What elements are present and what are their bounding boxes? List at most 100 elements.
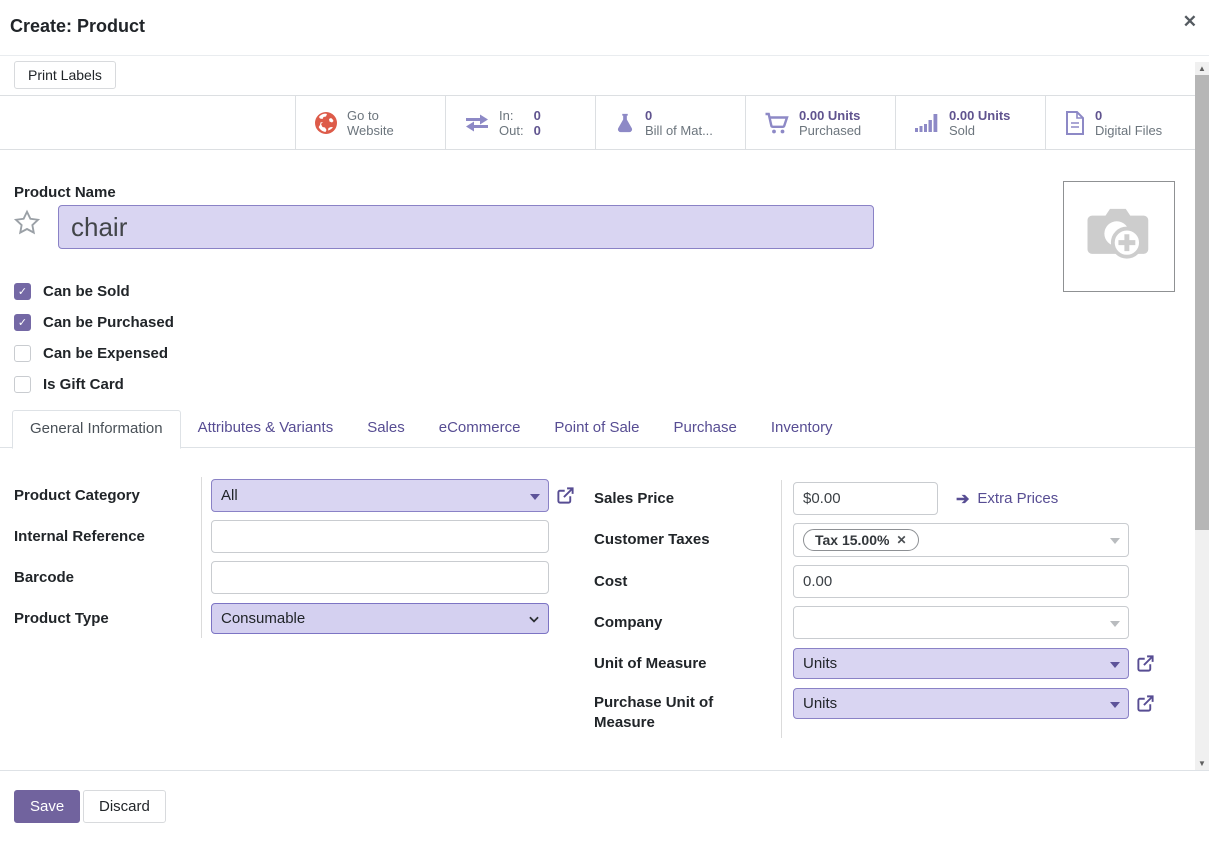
- product-category-dropdown[interactable]: All: [211, 479, 549, 512]
- save-button[interactable]: Save: [14, 790, 80, 823]
- go-to-website-button[interactable]: Go toWebsite: [295, 96, 445, 149]
- uom-dropdown[interactable]: Units: [793, 648, 1129, 679]
- checkbox-unchecked[interactable]: [14, 376, 31, 393]
- sales-price-row: Sales Price ➔ Extra Prices: [594, 482, 1194, 515]
- stat-button-row: Go toWebsite In:0 Out:0 0Bill of Mat...: [0, 95, 1195, 150]
- scroll-down-icon[interactable]: ▼: [1195, 757, 1209, 770]
- close-icon[interactable]: ✕: [1183, 12, 1197, 32]
- bill-of-materials-button[interactable]: 0Bill of Mat...: [595, 96, 745, 149]
- in-out-button[interactable]: In:0 Out:0: [445, 96, 595, 149]
- stat-label: 0Bill of Mat...: [645, 108, 713, 138]
- file-icon: [1064, 110, 1086, 136]
- camera-plus-icon: [1083, 204, 1155, 270]
- discard-button[interactable]: Discard: [83, 790, 166, 823]
- can-be-purchased-row[interactable]: ✓ Can be Purchased: [14, 307, 174, 338]
- cart-icon: [764, 111, 790, 135]
- field-label: Barcode: [14, 568, 201, 588]
- general-info-right-group: Sales Price ➔ Extra Prices Customer Taxe…: [594, 482, 1194, 741]
- checkbox-checked[interactable]: ✓: [14, 314, 31, 331]
- company-dropdown[interactable]: [793, 606, 1129, 639]
- product-type-select[interactable]: Consumable: [211, 603, 549, 634]
- digital-files-button[interactable]: 0Digital Files: [1045, 96, 1195, 149]
- tax-tag: Tax 15.00% ✕: [803, 529, 919, 551]
- label-divider: [201, 477, 202, 638]
- checkbox-checked[interactable]: ✓: [14, 283, 31, 300]
- field-label: Customer Taxes: [594, 530, 781, 550]
- stat-label: Go toWebsite: [347, 108, 394, 138]
- purchase-uom-dropdown[interactable]: Units: [793, 688, 1129, 719]
- favorite-star-icon[interactable]: [12, 208, 42, 243]
- notebook-tabs: General Information Attributes & Variant…: [0, 410, 1195, 448]
- flask-icon: [614, 111, 636, 135]
- arrow-right-icon: ➔: [956, 489, 969, 509]
- cost-input[interactable]: [793, 565, 1129, 598]
- sales-price-input[interactable]: [793, 482, 938, 515]
- product-type-row: Product Type Consumable: [14, 602, 589, 635]
- tab-sales[interactable]: Sales: [350, 410, 422, 448]
- external-link-icon[interactable]: [1136, 694, 1155, 713]
- units-purchased-button[interactable]: 0.00 UnitsPurchased: [745, 96, 895, 149]
- field-label: Product Type: [14, 609, 201, 629]
- field-label: Cost: [594, 572, 781, 592]
- stat-label: 0.00 UnitsSold: [949, 108, 1010, 138]
- extra-prices-link[interactable]: ➔ Extra Prices: [956, 489, 1058, 509]
- modal-title: Create: Product: [10, 16, 145, 37]
- chevron-down-icon: [527, 612, 541, 626]
- product-name-label: Product Name: [14, 184, 116, 201]
- field-label: Company: [594, 613, 781, 633]
- can-be-expensed-row[interactable]: Can be Expensed: [14, 338, 174, 369]
- general-info-left-group: Product Category All Internal Reference …: [14, 479, 589, 643]
- caret-down-icon: [1110, 702, 1120, 708]
- customer-taxes-row: Customer Taxes Tax 15.00% ✕: [594, 523, 1194, 557]
- purchase-uom-row: Purchase Unit of Measure Units: [594, 688, 1194, 733]
- product-name-input[interactable]: [58, 205, 874, 249]
- bar-chart-icon: [914, 111, 940, 135]
- field-label: Internal Reference: [14, 527, 201, 547]
- caret-down-icon: [1110, 538, 1120, 544]
- scrollbar-thumb[interactable]: [1195, 75, 1209, 530]
- tab-general-information[interactable]: General Information: [12, 410, 181, 449]
- is-gift-card-row[interactable]: Is Gift Card: [14, 369, 174, 400]
- barcode-row: Barcode: [14, 561, 589, 594]
- tab-attributes-variants[interactable]: Attributes & Variants: [181, 410, 351, 448]
- tab-ecommerce[interactable]: eCommerce: [422, 410, 538, 448]
- can-be-sold-row[interactable]: ✓ Can be Sold: [14, 276, 174, 307]
- units-sold-button[interactable]: 0.00 UnitsSold: [895, 96, 1045, 149]
- customer-taxes-dropdown[interactable]: Tax 15.00% ✕: [793, 523, 1129, 557]
- stat-label: 0Digital Files: [1095, 108, 1162, 138]
- company-row: Company: [594, 606, 1194, 639]
- label-divider: [781, 480, 782, 738]
- tab-point-of-sale[interactable]: Point of Sale: [537, 410, 656, 448]
- print-labels-button[interactable]: Print Labels: [14, 61, 116, 89]
- barcode-input[interactable]: [211, 561, 549, 594]
- external-link-icon[interactable]: [556, 486, 575, 505]
- stat-label: 0.00 UnitsPurchased: [799, 108, 861, 138]
- product-category-row: Product Category All: [14, 479, 589, 512]
- modal-header: Create: Product ✕: [0, 0, 1209, 56]
- field-label: Purchase Unit of Measure: [594, 688, 781, 733]
- transfer-arrows-icon: [464, 112, 490, 134]
- globe-icon: [314, 111, 338, 135]
- in-out-values: In:0 Out:0: [499, 108, 541, 138]
- field-label: Product Category: [14, 486, 201, 506]
- internal-reference-input[interactable]: [211, 520, 549, 553]
- vertical-scrollbar[interactable]: ▲ ▼: [1195, 62, 1209, 770]
- cost-row: Cost: [594, 565, 1194, 598]
- product-flags: ✓ Can be Sold ✓ Can be Purchased Can be …: [14, 276, 174, 400]
- caret-down-icon: [1110, 662, 1120, 668]
- caret-down-icon: [1110, 621, 1120, 627]
- unit-of-measure-row: Unit of Measure Units: [594, 647, 1194, 680]
- scroll-up-icon[interactable]: ▲: [1195, 62, 1209, 75]
- field-label: Sales Price: [594, 489, 781, 509]
- external-link-icon[interactable]: [1136, 654, 1155, 673]
- tab-inventory[interactable]: Inventory: [754, 410, 850, 448]
- caret-down-icon: [530, 494, 540, 500]
- internal-reference-row: Internal Reference: [14, 520, 589, 553]
- tab-purchase[interactable]: Purchase: [656, 410, 753, 448]
- create-product-modal: Create: Product ✕ Print Labels Go toWebs…: [0, 0, 1209, 841]
- modal-footer: Save Discard: [0, 770, 1209, 841]
- field-label: Unit of Measure: [594, 654, 781, 674]
- remove-tag-icon[interactable]: ✕: [896, 533, 906, 547]
- product-image-upload[interactable]: [1063, 181, 1175, 292]
- checkbox-unchecked[interactable]: [14, 345, 31, 362]
